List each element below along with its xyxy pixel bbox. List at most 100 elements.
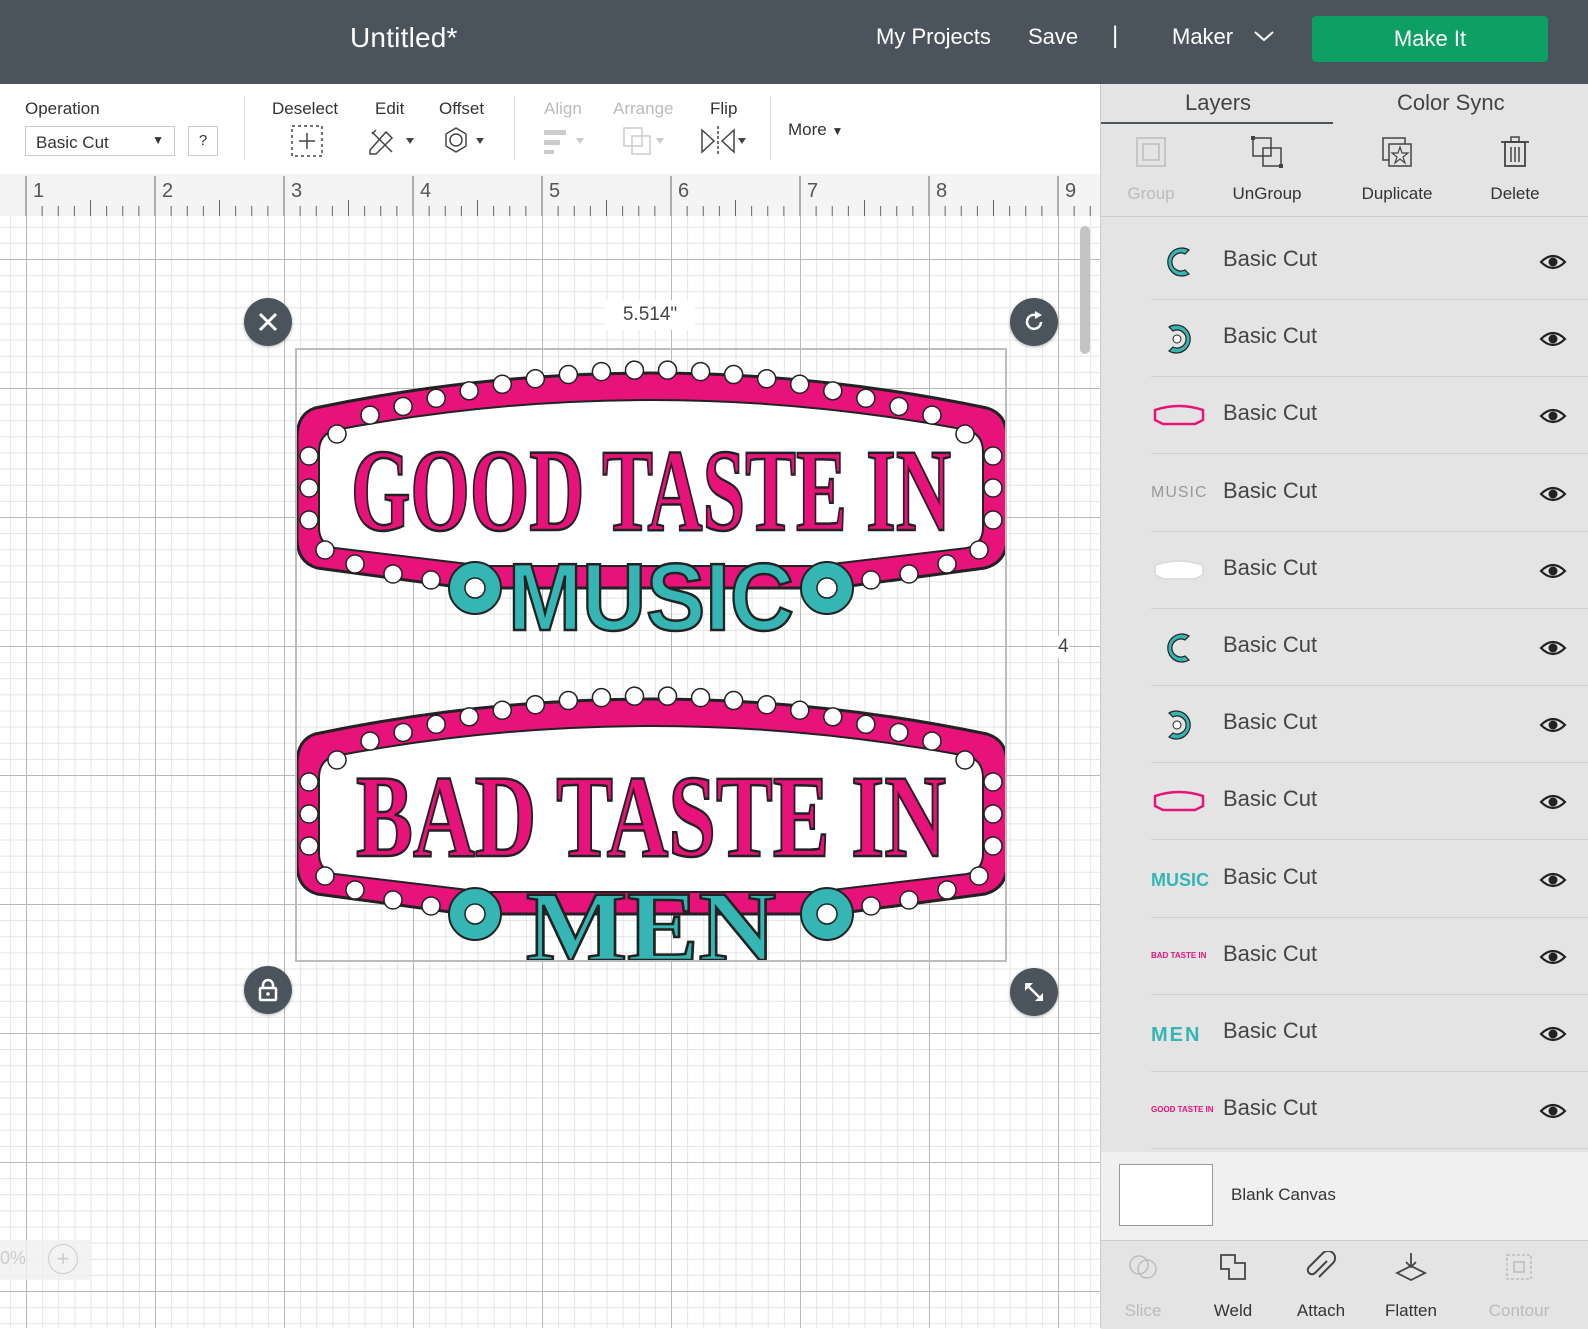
tab-layers[interactable]: Layers xyxy=(1185,90,1251,116)
layer-row[interactable]: MUSIC Basic Cut xyxy=(1151,842,1588,918)
duplicate-icon xyxy=(1382,137,1412,167)
flip-icon[interactable] xyxy=(700,124,752,158)
edit-icon[interactable] xyxy=(366,124,418,158)
zoom-in-button[interactable]: + xyxy=(48,1244,78,1274)
layer-thumbnail: MUSIC xyxy=(1151,472,1207,516)
panel-tabs: Layers Color Sync xyxy=(1101,84,1588,124)
eye-icon[interactable] xyxy=(1539,252,1567,277)
layer-name: Basic Cut xyxy=(1223,632,1318,657)
flatten-button[interactable]: Flatten xyxy=(1363,1241,1459,1329)
eye-icon[interactable] xyxy=(1539,329,1567,354)
offset-label: Offset xyxy=(439,99,485,118)
layer-name: Basic Cut xyxy=(1223,1018,1318,1043)
contour-button[interactable]: Contour xyxy=(1471,1241,1567,1329)
make-it-button[interactable]: Make It xyxy=(1312,16,1548,62)
ruler-number: 9 xyxy=(1065,180,1077,202)
slice-button[interactable]: Slice xyxy=(1095,1241,1191,1329)
blank-canvas-label: Blank Canvas xyxy=(1231,1185,1336,1204)
my-projects-link[interactable]: My Projects xyxy=(876,24,991,50)
offset-icon[interactable] xyxy=(440,124,492,158)
selection-box[interactable] xyxy=(295,348,1007,962)
layer-thumbnail xyxy=(1151,549,1207,593)
layer-row[interactable]: Basic Cut xyxy=(1151,764,1588,841)
layer-name: Basic Cut xyxy=(1223,863,1318,889)
eye-icon[interactable] xyxy=(1539,1024,1567,1049)
machine-select[interactable]: Maker xyxy=(1172,24,1233,50)
layer-row[interactable]: MUSIC Basic Cut xyxy=(1151,456,1588,532)
ungroup-label: UnGroup xyxy=(1232,184,1302,203)
blank-canvas-row[interactable]: Blank Canvas xyxy=(1101,1152,1588,1240)
trash-icon xyxy=(1501,136,1529,167)
eye-icon[interactable] xyxy=(1539,638,1567,663)
layer-name: Basic Cut xyxy=(1223,786,1318,812)
canvas-scrollbar[interactable] xyxy=(1080,226,1090,354)
eye-icon[interactable] xyxy=(1539,484,1567,509)
layer-row[interactable]: Basic Cut xyxy=(1151,301,1588,378)
more-label: More xyxy=(788,120,827,139)
rotate-icon xyxy=(1025,311,1043,331)
operation-label: Operation xyxy=(25,99,100,118)
layer-row[interactable]: GOOD TASTE IN Basic Cut xyxy=(1151,1073,1588,1150)
layer-name: Basic Cut xyxy=(1223,709,1318,735)
blank-canvas-swatch[interactable] xyxy=(1119,1164,1213,1226)
attach-button[interactable]: Attach xyxy=(1273,1241,1369,1329)
chevron-down-icon[interactable] xyxy=(1252,28,1276,44)
eye-icon[interactable] xyxy=(1539,792,1567,817)
group-icon xyxy=(1136,137,1166,167)
align-icon[interactable] xyxy=(542,126,590,156)
layer-row[interactable]: BAD TASTE IN Basic Cut xyxy=(1151,919,1588,995)
delete-handle[interactable] xyxy=(244,298,292,346)
layer-name: Basic Cut xyxy=(1223,1095,1318,1121)
lock-icon xyxy=(258,978,278,1002)
layer-thumbnail xyxy=(1151,626,1207,670)
layer-name: Basic Cut xyxy=(1223,246,1318,271)
group-button[interactable]: Group xyxy=(1091,124,1211,216)
layer-row[interactable]: MEN Basic Cut xyxy=(1151,996,1588,1072)
ruler-number: 6 xyxy=(678,180,690,202)
more-button[interactable]: More ▼ xyxy=(788,120,843,140)
eye-icon[interactable] xyxy=(1539,1101,1567,1126)
eye-icon[interactable] xyxy=(1539,561,1567,586)
eye-icon[interactable] xyxy=(1539,870,1567,895)
resize-handle[interactable] xyxy=(1010,968,1058,1016)
weld-button[interactable]: Weld xyxy=(1185,1241,1281,1329)
slice-icon xyxy=(1129,1255,1157,1279)
layer-thumbnail: MUSIC xyxy=(1151,858,1209,902)
save-link[interactable]: Save xyxy=(1028,24,1078,50)
rotate-handle[interactable] xyxy=(1010,298,1058,346)
ruler-number: 2 xyxy=(162,180,174,202)
width-dimension-label: 5.514" xyxy=(605,300,695,330)
help-button[interactable]: ? xyxy=(188,126,218,156)
layer-row[interactable]: Basic Cut xyxy=(1151,224,1588,300)
arrange-icon[interactable] xyxy=(620,124,670,158)
deselect-label: Deselect xyxy=(272,99,339,118)
toolbar-divider xyxy=(514,96,515,160)
tab-color-sync[interactable]: Color Sync xyxy=(1397,90,1505,116)
lock-handle[interactable] xyxy=(244,966,292,1014)
contour-label: Contour xyxy=(1488,1301,1550,1320)
layer-row[interactable]: Basic Cut xyxy=(1151,610,1588,686)
duplicate-label: Duplicate xyxy=(1361,184,1433,203)
layer-thumbnail-text: MUSIC xyxy=(1151,869,1209,890)
operation-select[interactable]: Basic Cut ▼ xyxy=(25,126,175,156)
height-dimension-label: 4 xyxy=(1058,636,1069,658)
layer-row[interactable]: Basic Cut xyxy=(1151,378,1588,455)
layer-row[interactable]: Basic Cut xyxy=(1151,687,1588,764)
layer-row[interactable]: Basic Cut xyxy=(1151,533,1588,609)
slice-label: Slice xyxy=(1124,1301,1162,1320)
layers-panel: Layers Color Sync Group UnGroup Duplicat… xyxy=(1100,84,1588,1329)
delete-button[interactable]: Delete xyxy=(1455,124,1575,216)
caret-down-icon: ▼ xyxy=(831,124,844,138)
deselect-icon[interactable] xyxy=(290,124,324,158)
ungroup-button[interactable]: UnGroup xyxy=(1207,124,1327,216)
duplicate-button[interactable]: Duplicate xyxy=(1337,124,1457,216)
layer-thumbnail-text: MEN xyxy=(1151,1024,1202,1046)
top-bar: Untitled* My Projects Save | Maker Make … xyxy=(0,0,1588,84)
layer-thumbnail: MEN xyxy=(1151,1012,1207,1056)
layer-thumbnail xyxy=(1151,394,1207,438)
eye-icon[interactable] xyxy=(1539,715,1567,740)
eye-icon[interactable] xyxy=(1539,947,1567,972)
eye-icon[interactable] xyxy=(1539,406,1567,431)
ruler-number: 4 xyxy=(420,180,432,202)
layer-thumbnail: BAD TASTE IN xyxy=(1151,935,1207,979)
